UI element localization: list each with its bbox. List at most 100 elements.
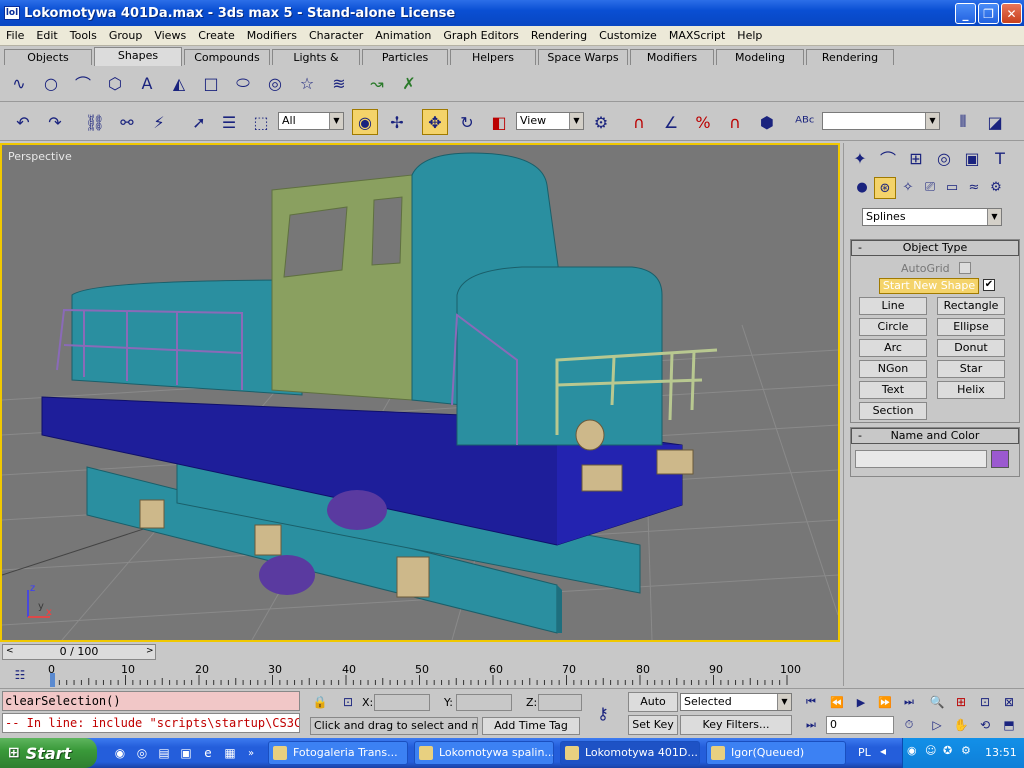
key-mode-toggle-icon[interactable]: ⏭	[800, 715, 822, 735]
name-and-color-header[interactable]: - Name and Color	[851, 428, 1019, 444]
menu-customize[interactable]: Customize	[593, 29, 663, 42]
cameras-icon[interactable]: ⎚	[920, 177, 940, 197]
text-shape-icon[interactable]: A	[134, 70, 160, 96]
y-coordinate-field[interactable]	[456, 694, 512, 711]
menu-animation[interactable]: Animation	[369, 29, 437, 42]
arc-shape-icon[interactable]: ⌒	[70, 70, 96, 96]
helpers-icon[interactable]: ▭	[942, 177, 962, 197]
hierarchy-tab-icon[interactable]: ⊞	[904, 146, 928, 170]
play-icon[interactable]: ▶	[850, 692, 872, 712]
section-button[interactable]: Section	[859, 402, 927, 420]
tray-antivirus-icon[interactable]: ✪	[943, 744, 952, 757]
taskbar-item-lokomotywa-spalin[interactable]: Lokomotywa spalin...	[414, 741, 554, 765]
menu-rendering[interactable]: Rendering	[525, 29, 593, 42]
slider-left-arrow-icon[interactable]: <	[6, 646, 14, 656]
ellipse-shape-icon[interactable]: ⬭	[230, 70, 256, 96]
menu-edit[interactable]: Edit	[30, 29, 63, 42]
tab-compounds[interactable]: Compounds	[184, 49, 270, 65]
redo-icon[interactable]: ↷	[42, 109, 68, 135]
unlink-icon[interactable]: ⚯	[114, 109, 140, 135]
field-of-view-icon[interactable]: ▷	[926, 715, 948, 735]
tab-objects[interactable]: Objects	[4, 49, 92, 65]
tab-space-warps[interactable]: Space Warps	[538, 49, 628, 65]
tab-modifiers[interactable]: Modifiers	[630, 49, 714, 65]
spinner-snap-icon[interactable]: ∩	[722, 109, 748, 135]
systems-icon[interactable]: ⚙	[986, 177, 1006, 197]
display-tab-icon[interactable]: ▣	[960, 146, 984, 170]
percent-snap-icon[interactable]: %	[690, 109, 716, 135]
spline-refine-icon[interactable]: ✗	[396, 70, 422, 96]
edit-named-selection-icon[interactable]: ᴬᴮᶜ	[792, 109, 818, 135]
line-button[interactable]: Line	[859, 297, 927, 315]
track-bar[interactable]: 10 20 30 40 50 60 70 80 90 100 0	[18, 663, 838, 687]
donut-shape-icon[interactable]: ◎	[262, 70, 288, 96]
circle-button[interactable]: Circle	[859, 318, 927, 336]
line-shape-icon[interactable]: ∿	[6, 70, 32, 96]
auto-key-button[interactable]: Auto Key	[628, 692, 678, 726]
close-button[interactable]: ✕	[1001, 3, 1022, 24]
shapes-icon[interactable]: ⊛	[874, 177, 896, 199]
category-dropdown[interactable]: Splines ▼	[862, 208, 1002, 226]
taskbar-item-igor[interactable]: Igor(Queued)	[706, 741, 846, 765]
perspective-viewport[interactable]: Perspective z x y	[0, 143, 840, 642]
menu-tools[interactable]: Tools	[64, 29, 103, 42]
language-indicator[interactable]: PL	[858, 746, 871, 759]
tab-rendering[interactable]: Rendering	[806, 49, 894, 65]
link-icon[interactable]: ⛓	[82, 109, 108, 135]
maxscript-listener-input[interactable]: clearSelection()	[2, 691, 300, 711]
select-scale-icon[interactable]: ◧	[486, 109, 512, 135]
tray-messenger-icon[interactable]: ☺	[925, 744, 936, 757]
select-rotate-icon[interactable]: ↻	[454, 109, 480, 135]
tab-modeling[interactable]: Modeling	[716, 49, 804, 65]
set-key-button[interactable]: Set Key	[628, 715, 678, 735]
menu-group[interactable]: Group	[103, 29, 149, 42]
show-desktop-icon[interactable]: ◉	[110, 741, 130, 765]
modify-tab-icon[interactable]: ⌒	[876, 146, 900, 170]
menu-graph-editors[interactable]: Graph Editors	[437, 29, 525, 42]
explorer-icon[interactable]: ▤	[154, 741, 174, 765]
zoom-all-icon[interactable]: ⊞	[950, 692, 972, 712]
maxscript-listener-output[interactable]: -- In line: include "scripts\startup\CS3…	[2, 713, 300, 733]
lights-icon[interactable]: ✧	[898, 177, 918, 197]
menu-modifiers[interactable]: Modifiers	[241, 29, 303, 42]
zoom-extents-all-icon[interactable]: ⊠	[998, 692, 1020, 712]
tab-helpers[interactable]: Helpers	[450, 49, 536, 65]
window-crossing-icon[interactable]: ◉	[352, 109, 378, 135]
select-by-name-icon[interactable]: ☰	[216, 109, 242, 135]
object-type-header[interactable]: - Object Type	[851, 240, 1019, 256]
section-shape-icon[interactable]: ≋	[326, 70, 352, 96]
star-shape-icon[interactable]: ☆	[294, 70, 320, 96]
geometry-icon[interactable]: ●	[852, 177, 872, 197]
z-coordinate-field[interactable]	[538, 694, 582, 711]
absolute-mode-icon[interactable]: ⊡	[338, 692, 358, 712]
donut-button[interactable]: Donut	[937, 339, 1005, 357]
key-mode-dropdown[interactable]: Selected ▼	[680, 693, 792, 711]
bind-space-warp-icon[interactable]: ⚡	[146, 109, 172, 135]
ie-icon[interactable]: e	[198, 741, 218, 765]
autogrid-checkbox[interactable]	[959, 262, 971, 274]
menu-views[interactable]: Views	[148, 29, 192, 42]
key-filters-button[interactable]: Key Filters...	[680, 715, 792, 735]
menu-help[interactable]: Help	[731, 29, 768, 42]
restore-button[interactable]: ❐	[978, 3, 999, 24]
menu-create[interactable]: Create	[192, 29, 241, 42]
previous-frame-icon[interactable]: ⏪	[826, 692, 848, 712]
pivot-center-icon[interactable]: ⚙	[588, 109, 614, 135]
undo-icon[interactable]: ↶	[10, 109, 36, 135]
menu-maxscript[interactable]: MAXScript	[663, 29, 731, 42]
spacewarps-icon[interactable]: ≈	[964, 177, 984, 197]
mirror-icon[interactable]: ⫴	[950, 109, 976, 135]
start-new-shape-checkbox[interactable]: ✔	[983, 279, 995, 291]
selection-filter-dropdown[interactable]: All ▼	[278, 112, 344, 130]
helix-button[interactable]: Helix	[937, 381, 1005, 399]
utilities-tab-icon[interactable]: T	[988, 146, 1012, 170]
pan-icon[interactable]: ✋	[950, 715, 972, 735]
reference-coord-dropdown[interactable]: View ▼	[516, 112, 584, 130]
arc-button[interactable]: Arc	[859, 339, 927, 357]
snap-toggle-icon[interactable]: ∩	[626, 109, 652, 135]
object-name-input[interactable]	[855, 450, 987, 468]
motion-tab-icon[interactable]: ◎	[932, 146, 956, 170]
star-button[interactable]: Star	[937, 360, 1005, 378]
selection-region-icon[interactable]: ⬚	[248, 109, 274, 135]
language-arrow-icon[interactable]: ◂	[880, 744, 886, 758]
